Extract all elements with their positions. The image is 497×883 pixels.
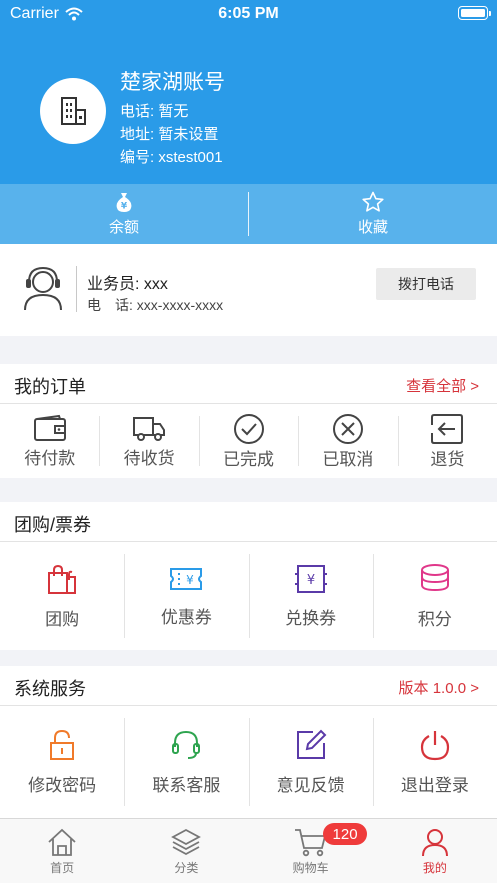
building-icon [61,97,86,125]
tabbar-mine-label: 我的 [422,861,447,875]
orders-header: 我的订单 查看全部 > [0,364,497,404]
order-pending-payment[interactable]: 待付款 [0,404,99,478]
group-buy-label: 团购 [45,609,80,629]
lock-icon [50,729,75,760]
status-bar: Carrier 6:05 PM [0,0,497,28]
account-name: 楚家湖账号 [120,71,225,94]
cart-badge: 120 [323,823,368,845]
tab-balance[interactable]: ¥ 余额 [0,184,248,244]
tab-favorites[interactable]: 收藏 [249,184,497,244]
store-avatar[interactable] [40,78,106,144]
headset-icon [172,730,201,759]
tabbar-mine[interactable]: 我的 [373,819,497,883]
salesman-divider [76,266,77,312]
svg-text:¥: ¥ [187,573,195,587]
version-link[interactable]: 版本 1.0.0 > [399,677,479,698]
contact-support[interactable]: 联系客服 [124,706,248,818]
x-circle-icon [332,413,363,444]
services-section: 系统服务 版本 1.0.0 > 修改密码 联系客服 意见反馈 退出登录 [0,666,497,818]
money-bag-icon: ¥ [116,193,132,212]
order-return[interactable]: 退货 [397,404,497,478]
order-pending-payment-label: 待付款 [24,448,76,468]
star-icon [362,191,384,212]
points-label: 积分 [417,609,452,629]
layers-icon [171,828,202,856]
power-icon [420,730,449,760]
salesman-phone: 电 话: xxx-xxxx-xxxx [87,297,224,313]
agent-icon [24,266,62,311]
orders-grid: 待付款 待收货 已完成 已取消 退货 [0,404,497,478]
coins-icon [420,563,449,591]
status-time: 6:05 PM [218,5,279,22]
account-tabs: ¥ 余额 收藏 [0,184,497,244]
tabbar-cart-label: 购物车 [292,861,329,875]
account-address: 地址: 暂未设置 [120,126,219,143]
bottom-tab-bar: 首页 分类 购物车 120 我的 [0,818,497,883]
logout[interactable]: 退出登录 [372,706,497,818]
svg-text:¥: ¥ [121,202,128,212]
contact-support-label: 联系客服 [152,775,221,795]
feedback[interactable]: 意见反馈 [248,706,373,818]
group-grid: 团购 ¥ 优惠券 ¥ 兑换券 积分 [0,542,497,650]
order-completed[interactable]: 已完成 [198,404,298,478]
check-circle-icon [233,413,264,444]
account-code: 编号: xstest001 [120,149,223,166]
services-grid: 修改密码 联系客服 意见反馈 退出登录 [0,706,497,818]
voucher-label: 兑换券 [285,608,337,628]
order-cancelled[interactable]: 已取消 [298,404,397,478]
group-title: 团购/票券 [14,515,92,535]
tabbar-cart[interactable]: 购物车 120 [249,819,373,883]
salesman-name: 业务员: xxx [87,276,168,293]
coupon-label: 优惠券 [160,607,212,627]
shopping-bags-icon [48,564,77,594]
profile-header: Carrier 6:05 PM 楚家湖账号 电话: 暂无 地址: 暂未设置 编号… [0,0,497,184]
order-pending-delivery[interactable]: 待收货 [99,404,198,478]
battery-icon [458,6,491,20]
wallet-icon [33,414,66,441]
group-buy[interactable]: 团购 [0,542,124,650]
tabbar-category-label: 分类 [174,861,199,875]
svg-text:¥: ¥ [306,573,314,588]
tabbar-category[interactable]: 分类 [124,819,248,883]
points[interactable]: 积分 [372,542,497,650]
group-header: 团购/票券 [0,502,497,542]
coupon[interactable]: ¥ 优惠券 [124,542,248,650]
person-icon [421,829,448,857]
change-password[interactable]: 修改密码 [0,706,124,818]
view-all-orders-link[interactable]: 查看全部 > [406,375,479,396]
logout-label: 退出登录 [400,775,469,795]
tabbar-home-label: 首页 [50,861,75,875]
salesman-card: 业务员: xxx 电 话: xxx-xxxx-xxxx 拨打电话 [0,244,497,336]
orders-title: 我的订单 [14,377,86,397]
return-icon [431,413,464,444]
services-title: 系统服务 [14,679,86,699]
coupon-icon: ¥ [170,567,203,590]
truck-icon [133,416,166,441]
voucher-icon: ¥ [294,564,327,593]
feedback-label: 意见反馈 [276,775,345,795]
home-icon [48,828,76,856]
order-completed-label: 已完成 [223,449,275,469]
orders-section: 我的订单 查看全部 > 待付款 待收货 已完成 已取消 退货 [0,364,497,478]
group-section: 团购/票券 团购 ¥ 优惠券 ¥ 兑换券 积分 [0,502,497,650]
order-return-label: 退货 [430,449,465,469]
tab-balance-label: 余额 [108,219,139,236]
voucher[interactable]: ¥ 兑换券 [248,542,373,650]
call-button[interactable]: 拨打电话 [376,268,476,300]
tabbar-home[interactable]: 首页 [0,819,124,883]
account-phone: 电话: 暂无 [120,103,189,120]
tab-favorites-label: 收藏 [357,219,388,236]
edit-icon [296,729,327,759]
order-pending-delivery-label: 待收货 [123,448,175,468]
services-header: 系统服务 版本 1.0.0 > [0,666,497,706]
change-password-label: 修改密码 [28,775,97,795]
order-cancelled-label: 已取消 [322,449,374,469]
